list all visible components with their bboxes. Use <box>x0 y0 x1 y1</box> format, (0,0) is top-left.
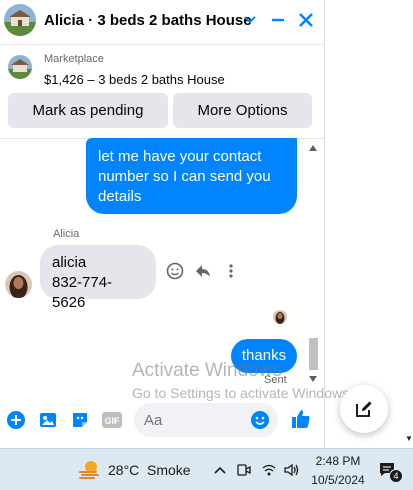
sent-status: Sent <box>264 374 287 386</box>
sender-name: Alicia <box>53 228 80 240</box>
chat-window: Alicia · 3 beds 2 baths House Marketplac… <box>0 0 353 448</box>
scroll-up-icon[interactable] <box>309 145 317 151</box>
thumbs-up-icon[interactable] <box>290 408 312 430</box>
sticker-icon[interactable] <box>69 409 91 431</box>
scroll-down-arrow-icon[interactable]: ▼ <box>405 434 413 443</box>
message-line: details <box>98 188 142 205</box>
message-line: let me have your contact <box>98 148 262 165</box>
listing-small-thumbnail <box>8 55 32 79</box>
notification-badge: 4 <box>389 469 403 483</box>
meet-now-icon[interactable] <box>235 461 253 479</box>
new-message-button[interactable] <box>340 385 388 433</box>
plus-icon[interactable] <box>5 409 27 431</box>
read-receipt-avatar <box>273 310 287 324</box>
screen: Alicia · 3 beds 2 baths House Marketplac… <box>0 0 413 490</box>
photo-icon[interactable] <box>37 409 59 431</box>
activate-windows-title: Activate Windows <box>132 360 282 381</box>
avatar[interactable] <box>5 271 32 298</box>
outgoing-message[interactable]: let me have your contact number so I can… <box>86 138 297 214</box>
taskbar: 28°C Smoke 2:48 PM 10/5/2024 4 <box>0 448 413 490</box>
weather-icon[interactable] <box>78 458 102 482</box>
message-line: 832-774-5626 <box>52 274 113 311</box>
marketplace-listing[interactable]: Marketplace $1,426 – 3 beds 2 baths Hous… <box>0 44 325 94</box>
chat-title: Alicia · 3 beds 2 baths House <box>44 11 252 29</box>
chevron-up-icon[interactable] <box>211 461 229 479</box>
message-line: alicia <box>52 254 87 271</box>
close-icon[interactable] <box>294 8 318 32</box>
more-vertical-icon[interactable] <box>222 262 240 280</box>
chevron-down-icon[interactable] <box>238 8 262 32</box>
clock-time[interactable]: 2:48 PM <box>313 454 363 468</box>
svg-text:GIF: GIF <box>105 416 121 426</box>
incoming-message[interactable]: alicia 832-774-5626 <box>40 245 156 311</box>
listing-description: $1,426 – 3 beds 2 baths House <box>44 72 225 87</box>
minimize-icon[interactable] <box>266 8 290 32</box>
emoji-icon[interactable] <box>250 410 270 430</box>
compose-icon <box>356 401 372 417</box>
weather-condition: Smoke <box>147 462 191 478</box>
clock-date[interactable]: 10/5/2024 <box>308 473 368 487</box>
scrollbar[interactable] <box>306 140 320 388</box>
message-line: number so I can send you <box>98 168 271 185</box>
listing-thumbnail[interactable] <box>4 4 36 36</box>
wifi-icon[interactable] <box>260 461 278 479</box>
composer-bar: GIF <box>0 400 325 440</box>
more-options-button[interactable]: More Options <box>173 93 312 128</box>
reply-icon[interactable] <box>194 262 212 280</box>
volume-icon[interactable] <box>283 461 301 479</box>
scroll-down-icon[interactable] <box>309 376 317 382</box>
scrollbar-thumb[interactable] <box>309 338 318 370</box>
gif-icon[interactable]: GIF <box>101 409 123 431</box>
react-emoji-icon[interactable] <box>166 262 184 280</box>
mark-as-pending-button[interactable]: Mark as pending <box>8 93 168 128</box>
temperature: 28°C <box>108 462 140 478</box>
marketplace-label: Marketplace <box>44 53 104 65</box>
